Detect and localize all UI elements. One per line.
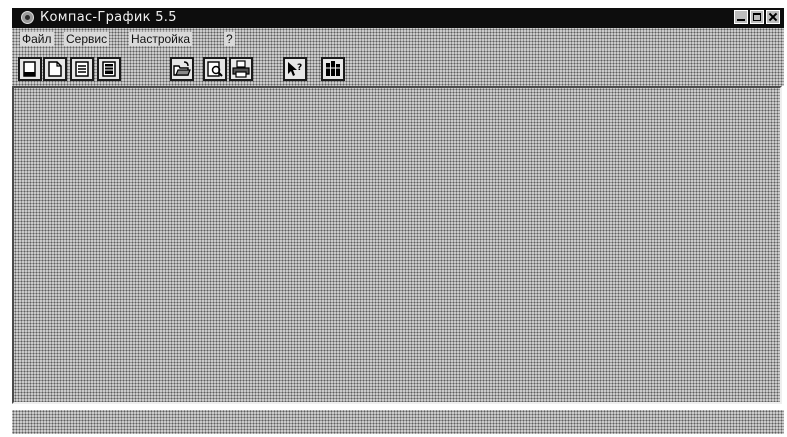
- maximize-icon: [753, 13, 761, 21]
- kompas-app-icon[interactable]: [21, 11, 34, 24]
- new-specification-icon: [102, 61, 116, 77]
- open-file-icon: [173, 61, 191, 76]
- print-icon: [232, 60, 250, 78]
- print-preview-button[interactable]: [203, 57, 227, 81]
- help-pointer-icon: ?: [288, 62, 302, 76]
- new-text-document-button[interactable]: [70, 57, 94, 81]
- print-preview-icon: [207, 61, 223, 77]
- new-sheet-icon: [23, 61, 36, 77]
- minimize-button[interactable]: [734, 10, 748, 24]
- menu-help[interactable]: ?: [224, 32, 235, 46]
- title-bar[interactable]: Компас-График 5.5: [12, 8, 784, 28]
- close-button[interactable]: [766, 10, 780, 24]
- new-fragment-button[interactable]: [43, 57, 67, 81]
- new-text-document-icon: [75, 61, 89, 77]
- window-title: Компас-График 5.5: [40, 10, 177, 25]
- minimize-icon: [737, 13, 745, 21]
- menu-file[interactable]: Файл: [20, 32, 54, 46]
- status-bar: [12, 410, 784, 434]
- window-controls: [734, 10, 780, 24]
- close-icon: [769, 13, 777, 21]
- library-button[interactable]: [321, 57, 345, 81]
- new-fragment-icon: [48, 61, 62, 77]
- workspace-area[interactable]: [12, 86, 782, 404]
- menu-bar: Файл Сервис Настройка ?: [12, 28, 784, 50]
- toolbar: ?: [12, 50, 784, 86]
- print-button[interactable]: [229, 57, 253, 81]
- library-icon: [326, 61, 340, 76]
- svg-text:?: ?: [297, 63, 302, 73]
- maximize-button[interactable]: [750, 10, 764, 24]
- open-file-button[interactable]: [170, 57, 194, 81]
- menu-settings[interactable]: Настройка: [129, 32, 193, 46]
- new-sheet-button[interactable]: [18, 57, 42, 81]
- app-window: Компас-График 5.5 Файл Сервис Настройка …: [0, 0, 787, 437]
- new-specification-button[interactable]: [97, 57, 121, 81]
- menu-service[interactable]: Сервис: [64, 32, 110, 46]
- help-pointer-button[interactable]: ?: [283, 57, 307, 81]
